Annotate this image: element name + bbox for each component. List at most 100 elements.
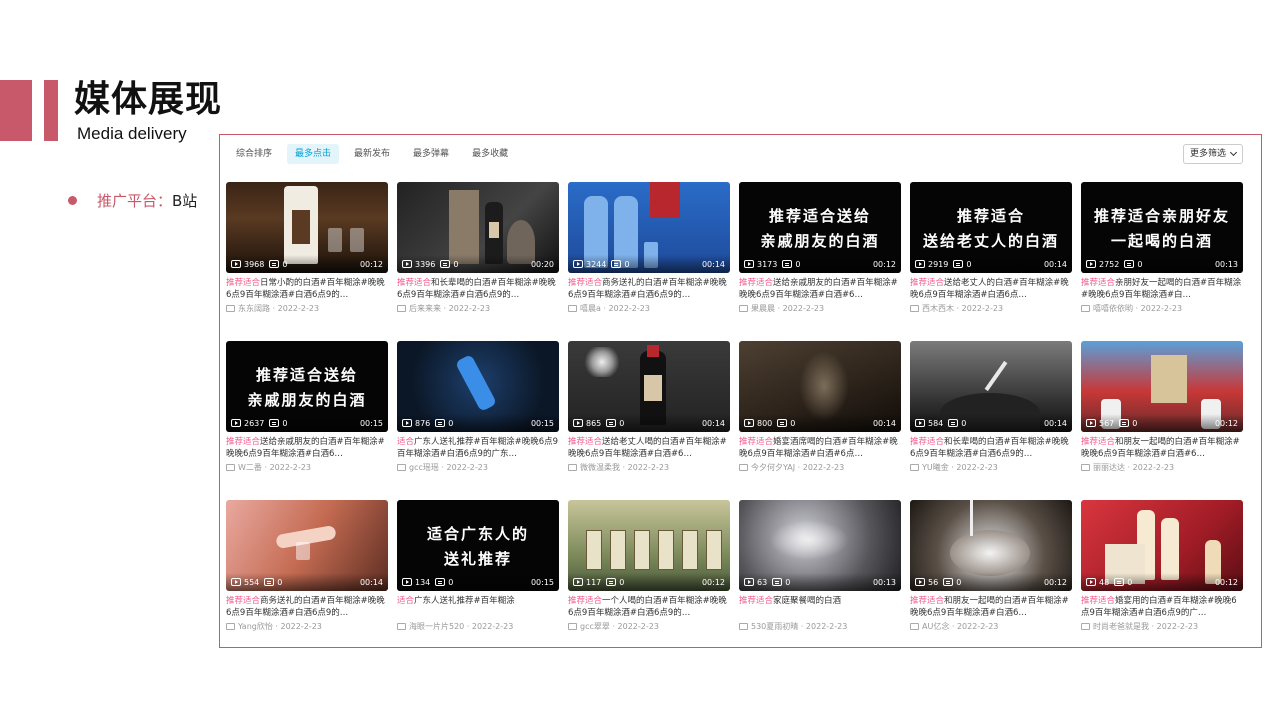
video-card[interactable]: 56 0 00:12 推荐适合和朋友一起喝的白酒#百年糊涂#晚晚6点9百年糊涂酒… — [910, 500, 1072, 632]
video-title[interactable]: 推荐适合和朋友一起喝的白酒#百年糊涂#晚晚6点9百年糊涂酒#白酒#6… — [1081, 436, 1243, 460]
video-card[interactable]: 554 0 00:14 推荐适合商务送礼的白酒#百年糊涂#晚晚6点9百年糊涂酒#… — [226, 500, 388, 632]
video-thumbnail[interactable]: 推荐适合 送给老丈人的白酒 2919 0 00:14 — [910, 182, 1072, 273]
video-card[interactable]: 推荐适合亲朋好友 一起喝的白酒 2752 0 00:13 推荐适合亲朋好友一起喝… — [1081, 182, 1243, 314]
uploader-name[interactable]: 丽丽达达 — [1093, 462, 1125, 473]
view-count: 554 — [244, 577, 260, 587]
video-title[interactable]: 推荐适合和长辈喝的白酒#百年糊涂#晚晚6点9百年糊涂酒#白酒6点9的… — [910, 436, 1072, 460]
video-title[interactable]: 推荐适合商务送礼的白酒#百年糊涂#晚晚6点9百年糊涂酒#白酒6点9的… — [226, 595, 388, 619]
uploader-name[interactable]: 嘻晨a — [580, 303, 601, 314]
video-duration: 00:12 — [872, 259, 896, 269]
video-stats: 134 0 00:15 — [397, 573, 559, 591]
danmaku-count: 0 — [619, 577, 625, 587]
video-title[interactable]: 推荐适合送给亲戚朋友的白酒#百年糊涂#晚晚6点9百年糊涂酒#白酒#6… — [739, 277, 901, 301]
uploader-name[interactable]: 果晨晨 — [751, 303, 775, 314]
video-card[interactable]: 876 0 00:15 适合广东人送礼推荐#百年糊涂#晚晚6点9百年糊涂酒#白酒… — [397, 341, 559, 473]
play-count-icon — [915, 578, 925, 586]
bullet-label: 推广平台： — [97, 192, 173, 210]
video-card[interactable]: 3244 0 00:14 推荐适合商务送礼的白酒#百年糊涂#晚晚6点9百年糊涂酒… — [568, 182, 730, 314]
video-thumbnail[interactable]: 800 0 00:14 — [739, 341, 901, 432]
uploader-name[interactable]: 530夏雨初晴 — [751, 621, 798, 632]
video-card[interactable]: 117 0 00:12 推荐适合一个人喝的白酒#百年糊涂#晚晚6点9百年糊涂酒#… — [568, 500, 730, 632]
video-title[interactable]: 推荐适合一个人喝的白酒#百年糊涂#晚晚6点9百年糊涂酒#白酒6点9的… — [568, 595, 730, 619]
video-title[interactable]: 推荐适合亲朋好友一起喝的白酒#百年糊涂#晚晚6点9百年糊涂酒#白… — [1081, 277, 1243, 301]
danmaku-count: 0 — [624, 259, 630, 269]
uploader-name[interactable]: AU亿念 — [922, 621, 949, 632]
video-title[interactable]: 推荐适合送给老丈人喝的白酒#百年糊涂#晚晚6点9百年糊涂酒#白酒#6… — [568, 436, 730, 460]
uploader-name[interactable]: 东东阔路 — [238, 303, 270, 314]
uploader-name[interactable]: 时尚老爸就是我 — [1093, 621, 1149, 632]
thumbnail-caption: 推荐适合 送给老丈人的白酒 — [922, 207, 1059, 250]
video-card[interactable]: 63 0 00:13 推荐适合家庭聚餐喝的白酒 530夏雨初晴 · 2022-2… — [739, 500, 901, 632]
video-thumbnail[interactable]: 适合广东人的 送礼推荐 134 0 00:15 — [397, 500, 559, 591]
video-title[interactable]: 推荐适合送给老丈人的白酒#百年糊涂#晚晚6点9百年糊涂酒#白酒6点… — [910, 277, 1072, 301]
video-title[interactable]: 推荐适合商务送礼的白酒#百年糊涂#晚晚6点9百年糊涂酒#白酒6点9的… — [568, 277, 730, 301]
video-meta: W二番 · 2022-2-23 — [226, 462, 388, 473]
video-thumbnail[interactable]: 3244 0 00:14 — [568, 182, 730, 273]
video-duration: 00:12 — [1043, 577, 1067, 587]
video-card[interactable]: 48 0 00:12 推荐适合婚宴用的白酒#百年糊涂#晚晚6点9百年糊涂酒#白酒… — [1081, 500, 1243, 632]
more-filters-button[interactable]: 更多筛选 — [1182, 144, 1243, 164]
video-card[interactable]: 800 0 00:14 推荐适合婚宴酒席喝的白酒#百年糊涂#晚晚6点9百年糊涂酒… — [739, 341, 901, 473]
video-thumbnail[interactable]: 876 0 00:15 — [397, 341, 559, 432]
video-thumbnail[interactable]: 推荐适合送给 亲戚朋友的白酒 3173 0 00:12 — [739, 182, 901, 273]
video-thumbnail[interactable]: 63 0 00:13 — [739, 500, 901, 591]
video-thumbnail[interactable]: 584 0 00:14 — [910, 341, 1072, 432]
uploader-name[interactable]: 后来来来 — [409, 303, 441, 314]
video-card[interactable]: 865 0 00:14 推荐适合送给老丈人喝的白酒#百年糊涂#晚晚6点9百年糊涂… — [568, 341, 730, 473]
video-thumbnail[interactable]: 3396 0 00:20 — [397, 182, 559, 273]
video-title[interactable]: 适合广东人送礼推荐#百年糊涂 — [397, 595, 559, 619]
view-count: 876 — [415, 418, 431, 428]
video-card[interactable]: 3396 0 00:20 推荐适合和长辈喝的白酒#百年糊涂#晚晚6点9百年糊涂酒… — [397, 182, 559, 314]
video-title[interactable]: 推荐适合和朋友一起喝的白酒#百年糊涂#晚晚6点9百年糊涂酒#白酒6… — [910, 595, 1072, 619]
video-title[interactable]: 推荐适合送给亲戚朋友的白酒#百年糊涂#晚晚6点9百年糊涂酒#白酒6… — [226, 436, 388, 460]
uploader-name[interactable]: 今夕何夕YAJ — [751, 462, 795, 473]
play-count-icon — [744, 578, 754, 586]
upload-date: 2022-2-23 — [1140, 304, 1183, 313]
video-duration: 00:14 — [872, 418, 896, 428]
tab-most-danmaku[interactable]: 最多弹幕 — [405, 144, 457, 164]
uploader-name[interactable]: W二番 — [238, 462, 262, 473]
video-card[interactable]: 适合广东人的 送礼推荐 134 0 00:15 适合广东人送礼推荐#百年糊涂 海… — [397, 500, 559, 632]
video-thumbnail[interactable]: 865 0 00:14 — [568, 341, 730, 432]
video-card[interactable]: 584 0 00:14 推荐适合和长辈喝的白酒#百年糊涂#晚晚6点9百年糊涂酒#… — [910, 341, 1072, 473]
video-title[interactable]: 推荐适合婚宴酒席喝的白酒#百年糊涂#晚晚6点9百年糊涂酒#白酒#6点… — [739, 436, 901, 460]
view-count: 56 — [928, 577, 939, 587]
video-thumbnail[interactable]: 117 0 00:12 — [568, 500, 730, 591]
tab-most-favorites[interactable]: 最多收藏 — [464, 144, 516, 164]
danmaku-count: 0 — [790, 418, 796, 428]
video-title[interactable]: 适合广东人送礼推荐#百年糊涂#晚晚6点9百年糊涂酒#白酒6点9的广东… — [397, 436, 559, 460]
video-title[interactable]: 推荐适合家庭聚餐喝的白酒 — [739, 595, 901, 619]
play-count-icon — [573, 578, 583, 586]
danmaku-count: 0 — [961, 418, 967, 428]
uploader-name[interactable]: 西木西木 — [922, 303, 954, 314]
video-thumbnail[interactable]: 567 0 00:12 — [1081, 341, 1243, 432]
danmaku-icon — [440, 260, 451, 268]
video-card[interactable]: 567 0 00:12 推荐适合和朋友一起喝的白酒#百年糊涂#晚晚6点9百年糊涂… — [1081, 341, 1243, 473]
video-meta: 后来来来 · 2022-2-23 — [397, 303, 559, 314]
video-title[interactable]: 推荐适合婚宴用的白酒#百年糊涂#晚晚6点9百年糊涂酒#白酒6点9的广… — [1081, 595, 1243, 619]
uploader-name[interactable]: 海眼一片片520 — [409, 621, 464, 632]
uploader-name[interactable]: gcc瑶瑶 — [409, 462, 439, 473]
uploader-name[interactable]: gcc翠翠 — [580, 621, 610, 632]
video-title[interactable]: 推荐适合和长辈喝的白酒#百年糊涂#晚晚6点9百年糊涂酒#白酒6点9的… — [397, 277, 559, 301]
video-title[interactable]: 推荐适合日常小酌的白酒#百年糊涂#晚晚6点9百年糊涂酒#白酒6点9的… — [226, 277, 388, 301]
video-thumbnail[interactable]: 48 0 00:12 — [1081, 500, 1243, 591]
video-card[interactable]: 3968 0 00:12 推荐适合日常小酌的白酒#百年糊涂#晚晚6点9百年糊涂酒… — [226, 182, 388, 314]
video-thumbnail[interactable]: 56 0 00:12 — [910, 500, 1072, 591]
video-card[interactable]: 推荐适合送给 亲戚朋友的白酒 3173 0 00:12 推荐适合送给亲戚朋友的白… — [739, 182, 901, 314]
uploader-icon — [397, 305, 406, 312]
thumbnail-caption: 推荐适合亲朋好友 一起喝的白酒 — [1093, 207, 1230, 250]
tab-newest[interactable]: 最新发布 — [346, 144, 398, 164]
video-thumbnail[interactable]: 3968 0 00:12 — [226, 182, 388, 273]
video-thumbnail[interactable]: 554 0 00:14 — [226, 500, 388, 591]
uploader-name[interactable]: Yang欣怡 — [238, 621, 273, 632]
tab-comprehensive[interactable]: 综合排序 — [228, 144, 280, 164]
video-thumbnail[interactable]: 推荐适合送给 亲戚朋友的白酒 2637 0 00:15 — [226, 341, 388, 432]
uploader-name[interactable]: 微微温柔我 — [580, 462, 620, 473]
tab-most-clicks[interactable]: 最多点击 — [287, 144, 340, 164]
video-thumbnail[interactable]: 推荐适合亲朋好友 一起喝的白酒 2752 0 00:13 — [1081, 182, 1243, 273]
uploader-name[interactable]: YU曦金 — [922, 462, 949, 473]
uploader-name[interactable]: 嘻嘻依依哟 — [1093, 303, 1133, 314]
video-card[interactable]: 推荐适合 送给老丈人的白酒 2919 0 00:14 推荐适合送给老丈人的白酒#… — [910, 182, 1072, 314]
video-card[interactable]: 推荐适合送给 亲戚朋友的白酒 2637 0 00:15 推荐适合送给亲戚朋友的白… — [226, 341, 388, 473]
